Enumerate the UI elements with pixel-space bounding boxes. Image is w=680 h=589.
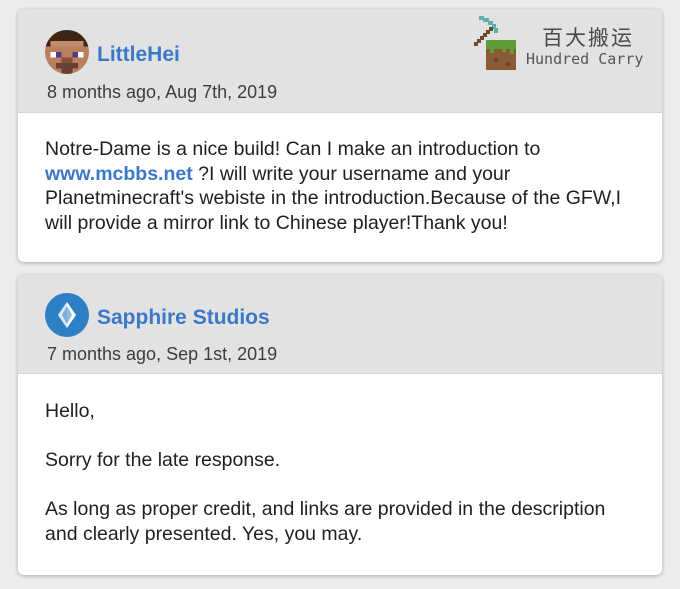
comment-paragraph: As long as proper credit, and links are … bbox=[45, 498, 606, 545]
comment-header: Sapphire Studios 7 months ago, Sep 1st, … bbox=[18, 275, 662, 374]
comment-timestamp: 7 months ago, Sep 1st, 2019 bbox=[47, 344, 278, 364]
mcbbs-link[interactable]: www.mcbbs.net bbox=[45, 163, 193, 185]
comment-body: Notre-Dame is a nice build! Can I make a… bbox=[45, 137, 632, 235]
comment-paragraph: Hello, bbox=[45, 400, 95, 422]
pickaxe-grass-block-icon bbox=[474, 16, 516, 70]
steve-avatar[interactable] bbox=[45, 30, 89, 74]
diamond-logo-avatar[interactable] bbox=[45, 293, 89, 337]
comment-paragraph: Sorry for the late response. bbox=[45, 449, 281, 471]
comment-timestamp: 8 months ago, Aug 7th, 2019 bbox=[47, 82, 278, 102]
comment-body: Hello, Sorry for the late response. As l… bbox=[45, 399, 632, 546]
watermark: 百大搬运 Hundred Carry bbox=[466, 14, 666, 74]
comment-text: Notre-Dame is a nice build! Can I make a… bbox=[45, 138, 541, 160]
author-name[interactable]: LittleHei bbox=[97, 43, 180, 67]
comment-card: Sapphire Studios 7 months ago, Sep 1st, … bbox=[18, 275, 662, 575]
author-name[interactable]: Sapphire Studios bbox=[97, 306, 270, 330]
watermark-title-cn: 百大搬运 bbox=[542, 26, 634, 50]
watermark-title-en: Hundred Carry bbox=[526, 50, 644, 68]
